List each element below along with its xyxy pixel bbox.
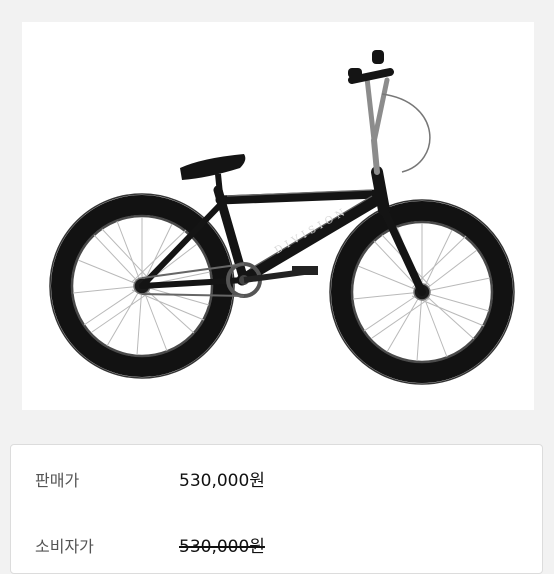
product-image[interactable]: DIVISION (22, 22, 534, 410)
bike-seat (180, 154, 246, 195)
retail-price-label: 소비자가 (35, 537, 94, 556)
left-grip (348, 68, 362, 78)
right-grip (372, 50, 384, 64)
bike-frame (139, 68, 426, 296)
sale-price-row: 판매가 530,000원 (11, 465, 542, 495)
sale-price-value: 530,000원 (179, 471, 265, 491)
sale-price-label: 판매가 (35, 471, 80, 490)
retail-price-row: 소비자가 530,000원 (11, 531, 542, 561)
brake-cable (381, 93, 431, 173)
price-info-card: 판매가 530,000원 소비자가 530,000원 (10, 444, 543, 574)
bmx-bike-illustration: DIVISION (49, 50, 515, 385)
retail-price-value: 530,000원 (179, 537, 265, 557)
frame-brand-text: DIVISION (273, 206, 350, 257)
